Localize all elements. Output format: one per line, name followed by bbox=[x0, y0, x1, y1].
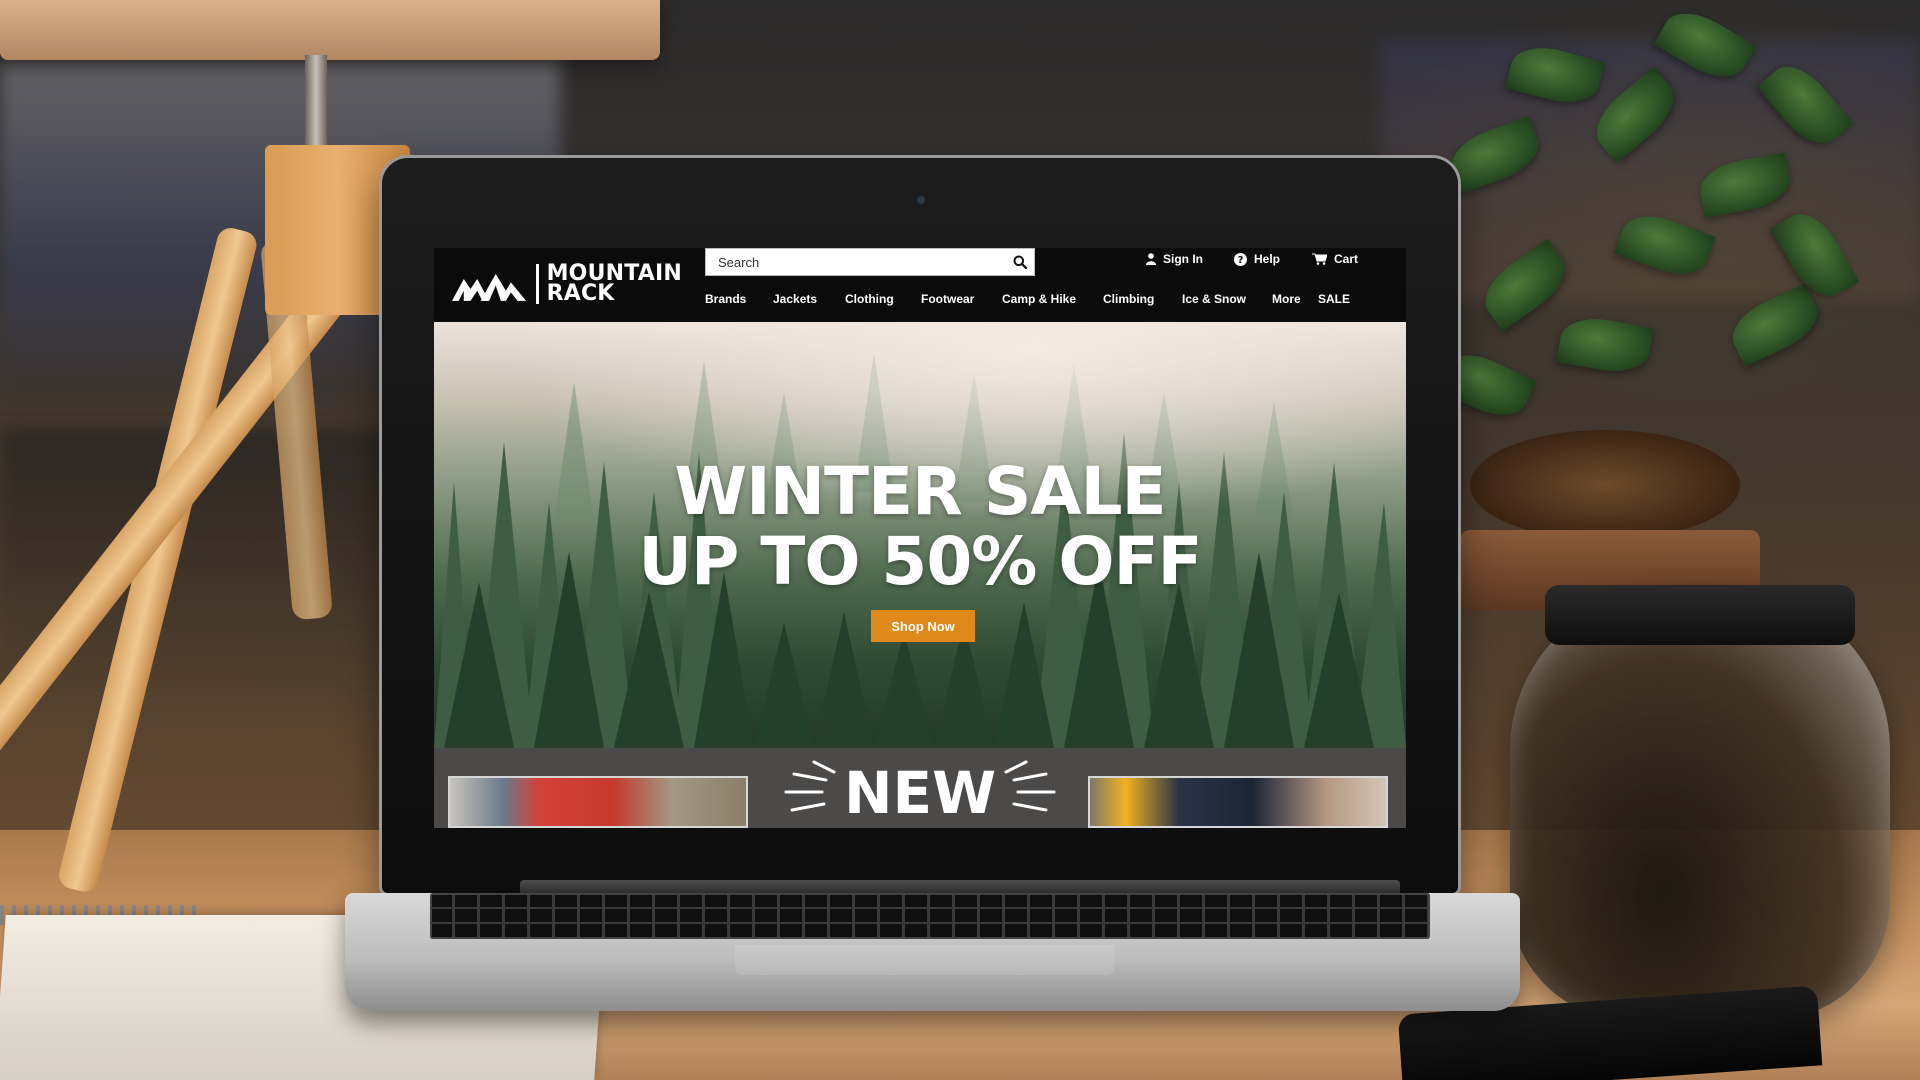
help-icon: ? bbox=[1234, 252, 1247, 266]
shop-now-button[interactable]: Shop Now bbox=[871, 610, 975, 642]
webcam bbox=[917, 196, 925, 204]
help-label: Help bbox=[1254, 252, 1281, 266]
hero-headline-line-1: WINTER SALE bbox=[674, 453, 1166, 530]
hero-headline: WINTER SALE UP TO 50% OFF bbox=[434, 457, 1406, 597]
new-label: NEW bbox=[844, 759, 997, 827]
help-link[interactable]: ? Help bbox=[1234, 252, 1280, 266]
product-thumbnail-jacket[interactable] bbox=[448, 776, 748, 828]
logo-wordmark: MOUNTAIN RACK bbox=[546, 263, 682, 306]
sign-in-label: Sign In bbox=[1163, 252, 1203, 266]
new-arrivals-strip: NEW bbox=[434, 748, 1406, 828]
svg-text:?: ? bbox=[1238, 255, 1244, 266]
cart-link[interactable]: Cart bbox=[1312, 252, 1358, 266]
plant bbox=[1433, 0, 1860, 560]
hero-banner: WINTER SALE UP TO 50% OFF Shop Now bbox=[434, 322, 1406, 748]
main-nav: Brands Jackets Clothing Footwear Camp & … bbox=[705, 292, 1358, 306]
search-button[interactable] bbox=[1006, 249, 1034, 275]
keyboard bbox=[430, 893, 1430, 939]
lamp-pole bbox=[305, 55, 327, 155]
nav-item-more[interactable]: More bbox=[1272, 292, 1318, 306]
jar-lid bbox=[1545, 585, 1855, 645]
site-logo[interactable]: MOUNTAIN RACK bbox=[452, 258, 682, 310]
product-thumbnail-climbing[interactable] bbox=[1088, 776, 1388, 828]
nav-item-jackets[interactable]: Jackets bbox=[773, 292, 845, 306]
site-header: MOUNTAIN RACK Sign In ? bbox=[434, 248, 1406, 322]
cart-label: Cart bbox=[1334, 252, 1359, 266]
logo-divider bbox=[536, 264, 539, 304]
nav-item-camp-hike[interactable]: Camp & Hike bbox=[1002, 292, 1103, 306]
cart-icon bbox=[1312, 253, 1327, 265]
trackpad bbox=[735, 945, 1115, 975]
nav-item-ice-snow[interactable]: Ice & Snow bbox=[1182, 292, 1272, 306]
user-icon bbox=[1146, 253, 1156, 265]
nav-item-clothing[interactable]: Clothing bbox=[845, 292, 921, 306]
search-input[interactable] bbox=[706, 249, 1006, 275]
sign-in-link[interactable]: Sign In bbox=[1146, 252, 1203, 266]
hero-headline-line-2: UP TO 50% OFF bbox=[638, 523, 1202, 600]
logo-line-2: RACK bbox=[546, 281, 615, 306]
search-box bbox=[705, 248, 1035, 276]
mountain-logo-icon bbox=[452, 273, 527, 301]
glass-jar bbox=[1510, 590, 1890, 1020]
lamp-shade bbox=[0, 0, 660, 60]
search-icon bbox=[1013, 255, 1027, 269]
laptop-screen: MOUNTAIN RACK Sign In ? bbox=[434, 248, 1406, 828]
nav-item-sale[interactable]: SALE bbox=[1318, 292, 1358, 306]
nav-item-footwear[interactable]: Footwear bbox=[921, 292, 1002, 306]
new-badge: NEW bbox=[774, 752, 1064, 828]
nav-item-brands[interactable]: Brands bbox=[705, 292, 773, 306]
nav-item-climbing[interactable]: Climbing bbox=[1103, 292, 1182, 306]
